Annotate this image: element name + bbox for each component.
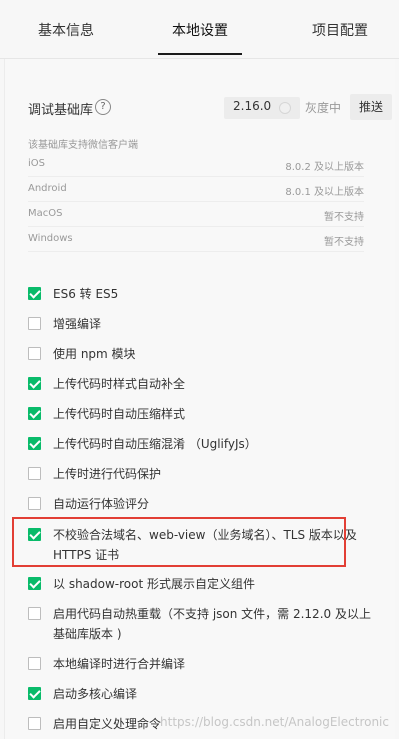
support-version: 暂不支持 — [324, 212, 364, 223]
option-label: 上传代码时样式自动补全 — [53, 377, 186, 391]
top-tabs: 基本信息 本地设置 项目配置 — [0, 0, 399, 59]
support-version: 暂不支持 — [324, 237, 364, 248]
library-version-select[interactable]: 2.16.0 — [224, 97, 300, 119]
gray-release-label: 灰度中 — [305, 101, 342, 115]
panel-left-border — [4, 59, 5, 739]
push-button[interactable]: 推送 — [350, 94, 392, 120]
checkbox[interactable] — [28, 317, 41, 330]
library-version-value: 2.16.0 — [233, 99, 272, 113]
checkbox[interactable] — [28, 657, 41, 670]
checkbox[interactable] — [28, 607, 41, 620]
tab-local-settings-label: 本地设置 — [172, 23, 228, 39]
support-row-macos: MacOS 暂不支持 — [28, 204, 364, 227]
checkbox[interactable] — [28, 687, 41, 700]
tab-local-settings[interactable]: 本地设置 — [150, 0, 250, 58]
checkbox[interactable] — [28, 497, 41, 510]
checkbox[interactable] — [28, 717, 41, 730]
option-label: 增强编译 — [53, 317, 102, 331]
support-row-android: Android 8.0.1 及以上版本 — [28, 179, 364, 202]
option-label: 上传时进行代码保护 — [53, 467, 162, 481]
checkbox[interactable] — [28, 347, 41, 360]
checkbox[interactable] — [28, 377, 41, 390]
debug-library-row: 调试基础库 ? 2.16.0 灰度中 推送 — [28, 94, 392, 120]
checkbox[interactable] — [28, 577, 41, 590]
checkbox[interactable] — [28, 407, 41, 420]
support-platform: iOS — [28, 158, 45, 169]
support-row-windows: Windows 暂不支持 — [28, 229, 364, 252]
watermark: https://blog.csdn.net/AnalogElectronic — [160, 715, 389, 729]
option-label: 上传代码时自动压缩混淆 （UglifyJs） — [53, 437, 257, 451]
checkbox[interactable] — [28, 287, 41, 300]
annotation-highlight-box — [12, 517, 346, 567]
option-label: 本地编译时进行合并编译 — [53, 657, 186, 671]
tab-project-config[interactable]: 项目配置 — [285, 0, 395, 58]
support-caption: 该基础库支持微信客户端 — [28, 140, 138, 151]
checkbox[interactable] — [28, 437, 41, 450]
option-label: 自动运行体验评分 — [53, 497, 150, 511]
support-version: 8.0.2 及以上版本 — [285, 162, 364, 173]
support-platform: MacOS — [28, 208, 63, 219]
help-icon[interactable]: ? — [95, 99, 111, 115]
debug-library-label: 调试基础库 — [28, 103, 94, 118]
option-label: 启动多核心编译 — [53, 687, 138, 701]
support-platform: Android — [28, 183, 67, 194]
checkbox[interactable] — [28, 467, 41, 480]
option-label: 以 shadow-root 形式展示自定义组件 — [53, 577, 256, 591]
option-label: 使用 npm 模块 — [53, 347, 136, 361]
active-tab-underline — [158, 53, 242, 55]
support-version: 8.0.1 及以上版本 — [285, 187, 364, 198]
support-platform: Windows — [28, 233, 73, 244]
support-row-ios: iOS 8.0.2 及以上版本 — [28, 154, 364, 177]
version-status-icon — [279, 102, 291, 114]
option-label: 启用代码自动热重载（不支持 json 文件，需 2.12.0 及以上基础库版本 … — [53, 607, 371, 641]
option-label: ES6 转 ES5 — [53, 287, 119, 301]
option-label: 上传代码时自动压缩样式 — [53, 407, 186, 421]
tab-basic-info[interactable]: 基本信息 — [20, 0, 112, 58]
